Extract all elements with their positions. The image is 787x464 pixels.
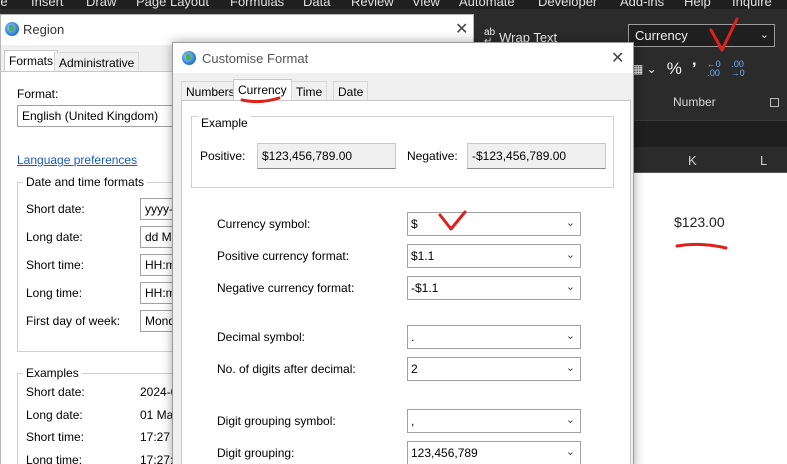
- chevron-down-icon: ⌄: [565, 446, 575, 458]
- positive-format-select[interactable]: $1.1 ⌄: [407, 244, 581, 268]
- menu-automate[interactable]: Automate: [459, 0, 515, 9]
- decrease-decimal-icon[interactable]: .00 →0: [731, 60, 745, 78]
- number-format-dropdown[interactable]: Currency ⌄: [628, 24, 775, 47]
- dialog-launcher-icon[interactable]: [770, 98, 779, 107]
- digit-grouping-label: Digit grouping:: [217, 446, 295, 460]
- chevron-down-icon: ⌄: [565, 217, 575, 229]
- decimal-symbol-label: Decimal symbol:: [217, 330, 306, 344]
- decimal-symbol-select[interactable]: . ⌄: [407, 325, 581, 349]
- grouping-symbol-label: Digit grouping symbol:: [217, 414, 336, 428]
- menu-view[interactable]: View: [412, 0, 440, 9]
- menu-insert[interactable]: Insert: [31, 0, 64, 9]
- close-icon[interactable]: ✕: [455, 19, 468, 39]
- chevron-down-icon: ⌄: [565, 414, 575, 426]
- examples-group-title: Examples: [23, 366, 82, 380]
- column-header-k[interactable]: K: [688, 153, 697, 168]
- ex-long-date-label: Long date:: [26, 408, 83, 422]
- negative-format-select[interactable]: -$1.1 ⌄: [407, 276, 581, 300]
- menu-help[interactable]: Help: [684, 0, 711, 9]
- short-date-label: Short date:: [26, 202, 85, 216]
- format-label: Format:: [17, 87, 59, 101]
- comma-style-button[interactable]: ’: [692, 59, 697, 79]
- example-title: Example: [198, 116, 251, 130]
- menu-review[interactable]: Review: [351, 0, 394, 9]
- digit-grouping-value: 123,456,789: [411, 446, 478, 460]
- grouping-symbol-select[interactable]: , ⌄: [407, 409, 581, 433]
- ex-short-time-value: 17:27: [140, 430, 171, 444]
- number-group-label: Number: [673, 95, 716, 109]
- tab-formats[interactable]: Formats: [4, 50, 59, 72]
- chevron-down-icon: ⌄: [565, 362, 575, 374]
- long-time-label: Long time:: [26, 286, 83, 300]
- menu-data[interactable]: Data: [303, 0, 330, 9]
- menu-page-layout[interactable]: Page Layout: [136, 0, 209, 9]
- negative-format-value: -$1.1: [411, 281, 439, 295]
- globe-icon: [5, 22, 19, 36]
- cell-k-value[interactable]: $123.00: [674, 214, 725, 230]
- region-titlebar: Region ✕: [1, 15, 473, 45]
- menu-draw[interactable]: Draw: [86, 0, 116, 9]
- increase-decimal-icon[interactable]: ←0.00: [707, 60, 721, 78]
- currency-symbol-value: $: [411, 217, 418, 231]
- digits-after-decimal-select[interactable]: 2 ⌄: [407, 357, 581, 381]
- ex-long-time-label: Long time:: [26, 453, 83, 464]
- percent-style-button[interactable]: %: [667, 59, 682, 79]
- digits-after-decimal-value: 2: [411, 362, 418, 376]
- positive-format-value: $1.1: [411, 249, 435, 263]
- negative-example-value: -$123,456,789.00: [467, 143, 606, 169]
- accounting-format-icon[interactable]: ▦ ⌄: [632, 59, 657, 79]
- first-day-label: First day of week:: [26, 314, 121, 328]
- ex-short-time-label: Short time:: [26, 430, 85, 444]
- excel-menu-bar: re Insert Draw Page Layout Formulas Data…: [0, 0, 787, 9]
- menu-add-ins[interactable]: Add-ins: [620, 0, 664, 9]
- negative-label: Negative:: [407, 149, 458, 163]
- chevron-down-icon: ⌄: [565, 281, 575, 293]
- decimal-symbol-value: .: [411, 330, 415, 344]
- region-title: Region: [23, 22, 65, 37]
- positive-label: Positive:: [200, 149, 246, 163]
- ex-short-date-label: Short date:: [26, 385, 85, 399]
- format-select[interactable]: English (United Kingdom): [17, 105, 177, 127]
- column-header-l[interactable]: L: [760, 153, 767, 168]
- digit-grouping-select[interactable]: 123,456,789 ⌄: [407, 441, 581, 464]
- short-time-label: Short time:: [26, 258, 85, 272]
- customise-format-dialog: Customise Format ✕ Numbers Currency Time…: [172, 42, 634, 464]
- menu-inquire[interactable]: Inquire: [732, 0, 772, 9]
- positive-format-label: Positive currency format:: [217, 249, 350, 263]
- negative-format-label: Negative currency format:: [217, 281, 355, 295]
- chevron-down-icon: ⌄: [565, 249, 575, 261]
- digits-after-decimal-label: No. of digits after decimal:: [217, 362, 356, 376]
- currency-symbol-label: Currency symbol:: [217, 217, 311, 231]
- number-format-value: Currency: [635, 28, 688, 43]
- currency-symbol-select[interactable]: $ ⌄: [407, 212, 581, 236]
- long-date-label: Long date:: [26, 230, 83, 244]
- chevron-down-icon: ⌄: [565, 330, 575, 342]
- globe-icon: [182, 51, 196, 65]
- menu-home[interactable]: re: [0, 0, 8, 9]
- customise-titlebar: Customise Format ✕: [173, 43, 633, 73]
- ex-long-date-value: 01 Ma: [140, 408, 174, 422]
- language-preferences-link[interactable]: Language preferences: [17, 153, 137, 167]
- menu-developer[interactable]: Developer: [538, 0, 597, 9]
- menu-formulas[interactable]: Formulas: [230, 0, 284, 9]
- chevron-down-icon: ⌄: [759, 29, 769, 41]
- close-icon[interactable]: ✕: [611, 48, 624, 68]
- grouping-symbol-value: ,: [411, 414, 415, 428]
- datetime-group-title: Date and time formats: [23, 175, 148, 189]
- customise-title: Customise Format: [202, 51, 309, 66]
- number-buttons: ▦ ⌄ % ’ ←0.00 .00 →0: [632, 58, 745, 80]
- positive-example-value: $123,456,789.00: [257, 143, 396, 169]
